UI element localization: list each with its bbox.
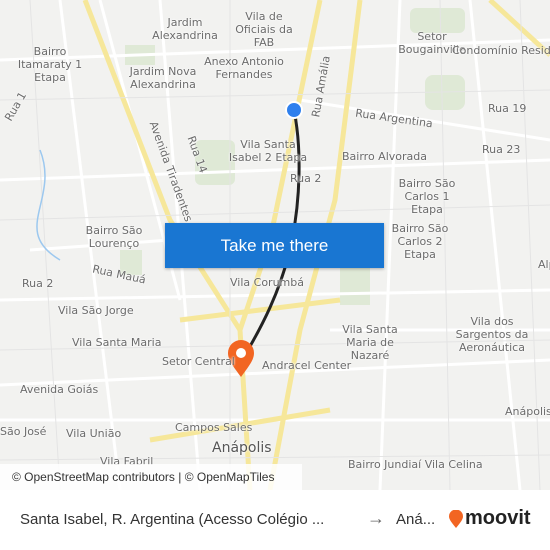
take-me-there-button[interactable]: Take me there <box>165 223 384 268</box>
map-label: Vila Santa Isabel 2 Etapa <box>228 138 308 164</box>
map-label: Vila Corumbá <box>230 276 304 289</box>
map-label: São José <box>0 425 47 438</box>
map-label: Jardim Alexandrina <box>152 16 218 42</box>
destination-name: Aná... <box>396 511 436 528</box>
moovit-pin-icon <box>449 509 463 528</box>
map-label: Vila União <box>66 427 122 440</box>
map-label: Vila Santa Maria <box>72 336 162 349</box>
map-label: Bairro Itamaraty 1 Etapa <box>17 45 83 84</box>
map-label: Setor Central <box>162 355 235 368</box>
map-label: Rua 2 <box>290 172 322 185</box>
map-label: Vila dos Sargentos da Aeronáutica <box>455 315 529 354</box>
map-label: Condomínio Residencial GranTrianon <box>452 44 550 57</box>
brand-text: moovit <box>465 507 531 529</box>
map-label: Vila Santa Maria de Nazaré <box>342 323 398 362</box>
arrow-right-icon: → <box>367 508 385 528</box>
map-label: Anexo Antonio Fernandes <box>204 55 284 81</box>
map-label: Bairro São Lourenço <box>85 224 143 250</box>
footer-bar: Santa Isabel, R. Argentina (Acesso Colég… <box>0 490 550 550</box>
map-label: Rua 2 <box>22 277 54 290</box>
map-label: Vila de Oficiais da FAB <box>235 10 293 49</box>
map-label: Bairro Alvorada <box>342 150 427 163</box>
origin-name: Santa Isabel, R. Argentina (Acesso Colég… <box>20 511 325 528</box>
map-label: Alp <box>538 258 550 271</box>
map-label: Bairro Jundiaí Vila Celina <box>348 458 483 471</box>
map-label: Rua 23 <box>482 143 521 156</box>
map-label: Anápolis <box>505 405 550 418</box>
map-attribution[interactable]: © OpenStreetMap contributors | © OpenMap… <box>0 464 302 490</box>
map-label: Avenida Goiás <box>20 383 99 396</box>
map[interactable]: Jardim Alexandrina Vila de Oficiais da FA… <box>0 0 550 490</box>
moovit-logo: moovit <box>449 507 531 530</box>
map-label: Bairro São Carlos 2 Etapa <box>391 222 449 261</box>
map-label: Jardim Nova Alexandrina <box>129 65 197 91</box>
map-label: Vila São Jorge <box>58 304 134 317</box>
map-label: Rua 19 <box>488 102 527 115</box>
map-label: Campos Sales <box>175 421 253 434</box>
map-label: Andracel Center <box>262 359 352 372</box>
map-label: Anápolis <box>212 440 272 456</box>
map-label: Bairro São Carlos 1 Etapa <box>398 177 456 216</box>
origin-marker <box>285 101 303 119</box>
